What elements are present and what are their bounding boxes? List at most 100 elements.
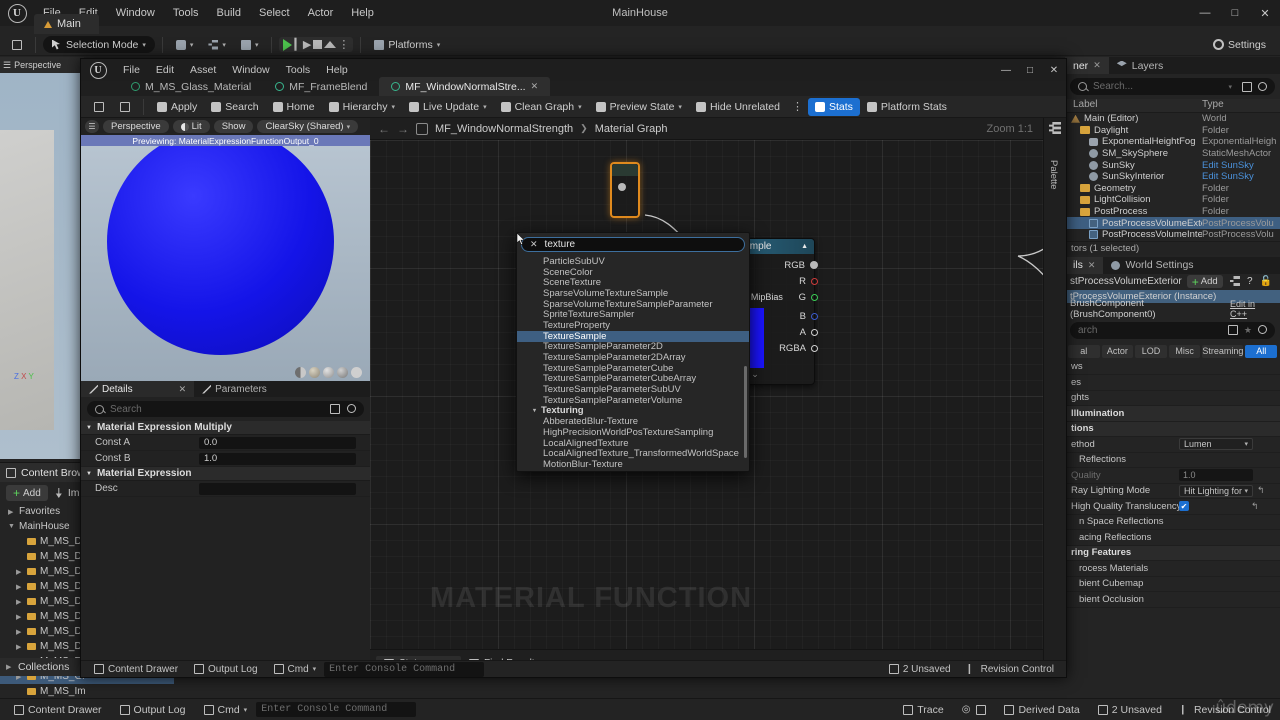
me-tab-0[interactable]: M_MS_Glass_Material: [119, 77, 263, 96]
me-unsaved-button[interactable]: 2 Unsaved: [881, 661, 959, 678]
node-search-item[interactable]: SparseVolumeTextureSampleParameter: [517, 299, 749, 310]
outliner-row[interactable]: SunSky Edit SunSky: [1065, 159, 1280, 171]
me-details-property-row[interactable]: Desc: [81, 481, 370, 497]
play-options-icon[interactable]: ⋮: [338, 38, 349, 51]
me-toolbar-preview-state-button[interactable]: Preview State ▾: [589, 98, 689, 116]
outliner-settings-icon[interactable]: [1258, 82, 1267, 91]
node-search-item[interactable]: MotionBlur-Texture: [517, 459, 749, 470]
me-content-drawer-button[interactable]: Content Drawer: [86, 661, 186, 678]
details-property-row[interactable]: Ray Lighting Mode Hit Lighting for Refle▾…: [1065, 484, 1280, 500]
node-search-item[interactable]: SpriteTextureSampler: [517, 309, 749, 320]
node-search-item[interactable]: HighPrecisionWorldPosTextureSampling: [517, 427, 749, 438]
hamburger-icon[interactable]: ☰: [85, 120, 99, 133]
revert-icon[interactable]: ↰: [1257, 485, 1265, 496]
property-number-field[interactable]: 1.0: [1179, 469, 1253, 482]
details-property-row[interactable]: Illumination: [1065, 406, 1280, 422]
selection-mode-button[interactable]: Selection Mode ▾: [43, 36, 155, 53]
close-icon-tab[interactable]: ✕: [531, 81, 539, 92]
details-property-row[interactable]: bient Cubemap: [1065, 577, 1280, 593]
screenshot-icon[interactable]: [976, 704, 987, 715]
me-minimize-button[interactable]: —: [994, 59, 1018, 81]
shape-plane-icon[interactable]: [323, 367, 334, 378]
node-pin-row-5[interactable]: A: [800, 324, 818, 340]
me-close-button[interactable]: ✕: [1042, 59, 1066, 81]
breadcrumb-current[interactable]: Material Graph: [595, 123, 668, 135]
node-search-input[interactable]: ✕ texture: [521, 237, 745, 252]
outliner-row[interactable]: PostProcess Folder: [1065, 206, 1280, 218]
close-icon-details-tab[interactable]: ✕: [179, 384, 187, 395]
me-details-section-header[interactable]: ▼ Material Expression: [81, 467, 370, 481]
me-details-search-input[interactable]: Search: [87, 401, 364, 417]
outliner-row-type[interactable]: Edit SunSky: [1202, 160, 1280, 171]
derived-data-button[interactable]: Derived Data: [995, 699, 1088, 720]
trace-button[interactable]: Trace: [894, 699, 952, 720]
edit-in-cpp-link[interactable]: Edit in C++: [1230, 299, 1280, 319]
node-pin-row-4[interactable]: B: [800, 308, 818, 324]
me-browse-button[interactable]: [113, 98, 137, 116]
me-maximize-button[interactable]: □: [1018, 59, 1042, 81]
settings-button[interactable]: Settings: [1207, 36, 1272, 54]
me-toolbar-home-button[interactable]: Home: [266, 98, 322, 116]
outliner-row[interactable]: SunSkyInterior Edit SunSky: [1065, 171, 1280, 183]
import-button[interactable]: Im: [54, 484, 79, 502]
viewport-show-button[interactable]: Show: [213, 120, 254, 133]
me-toolbar-hierarchy-button[interactable]: Hierarchy ▾: [322, 98, 402, 116]
new-folder-icon[interactable]: [1242, 81, 1252, 92]
viewport-env-button[interactable]: ClearSky (Shared) ▾: [257, 120, 359, 133]
tab-details[interactable]: ils ✕: [1065, 256, 1104, 274]
level-viewport[interactable]: Z X Y: [0, 57, 84, 459]
property-combobox[interactable]: Hit Lighting for Refle▾: [1179, 484, 1253, 497]
outliner-row[interactable]: PostProcessVolumeInteriorPostProcessVolu: [1065, 229, 1280, 241]
me-property-input[interactable]: 1.0: [199, 452, 356, 465]
chevron-right-icon-item[interactable]: ▶: [16, 583, 23, 591]
me-details-property-row[interactable]: Const A 0.0: [81, 435, 370, 451]
me-property-input[interactable]: 0.0: [199, 436, 356, 449]
me-revision-control-button[interactable]: Revision Control: [959, 661, 1062, 678]
details-property-row[interactable]: acing Reflections: [1065, 530, 1280, 546]
me-details-property-row[interactable]: Const B 1.0: [81, 451, 370, 467]
me-toolbar-platform-stats-button[interactable]: Platform Stats: [860, 98, 954, 116]
me-toolbar-live-update-button[interactable]: Live Update ▾: [402, 98, 494, 116]
lock-icon[interactable]: 🔓: [1260, 276, 1272, 287]
graph-node-hidden[interactable]: [610, 162, 640, 218]
column-type[interactable]: Type: [1202, 99, 1280, 112]
forward-arrow-icon[interactable]: →: [397, 122, 409, 136]
me-details-settings-icon[interactable]: [347, 404, 356, 413]
me-toolbar-clean-graph-button[interactable]: Clean Graph ▾: [494, 98, 589, 116]
collapse-icon[interactable]: ▲: [801, 243, 808, 250]
outliner-row[interactable]: Main (Editor) World: [1065, 113, 1280, 125]
skip-icon[interactable]: ▎▶: [294, 38, 311, 51]
node-search-item[interactable]: LocalAlignedTexture_TransformedWorldSpac…: [517, 448, 749, 459]
grid-view-icon-me[interactable]: [330, 404, 340, 414]
palette-strip[interactable]: Palette: [1043, 118, 1066, 677]
viewport-lit-button[interactable]: Lit: [172, 120, 210, 133]
details-filter-actor[interactable]: Actor: [1101, 344, 1134, 358]
add-content-button[interactable]: + Add: [6, 485, 48, 501]
property-combobox[interactable]: Lumen ▾: [1179, 438, 1253, 451]
shape-sphere-icon[interactable]: [309, 367, 320, 378]
me-toolbar-apply-button[interactable]: Apply: [150, 98, 204, 116]
content-drawer-button[interactable]: Content Drawer: [5, 699, 111, 720]
me-toolbar-stats-button[interactable]: Stats: [807, 97, 860, 116]
me-toolbar-search-button[interactable]: Search: [204, 98, 265, 116]
node-search-scrollbar[interactable]: [744, 366, 747, 458]
details-search-input[interactable]: arch ★: [1070, 321, 1275, 339]
output-log-button[interactable]: Output Log: [111, 699, 195, 720]
cmd-button[interactable]: Cmd ▾: [195, 699, 257, 720]
me-details-tab-parameters[interactable]: Parameters: [194, 381, 275, 397]
node-search-item[interactable]: AbberatedBlur-Texture: [517, 416, 749, 427]
details-property-row[interactable]: ring Features: [1065, 545, 1280, 562]
node-search-item[interactable]: TextureSampleParameter2DArray: [517, 352, 749, 363]
column-label[interactable]: Label: [1065, 99, 1202, 112]
create-actor-button[interactable]: ▾: [170, 36, 200, 54]
tab-world-settings[interactable]: World Settings: [1103, 257, 1201, 274]
me-output-log-button[interactable]: Output Log: [186, 661, 265, 678]
chevron-right-icon-item[interactable]: ▶: [16, 643, 23, 651]
blueprints-button[interactable]: ▾: [202, 36, 232, 54]
toolbar-overflow-icon[interactable]: ⋮: [787, 100, 808, 113]
blueprint-edit-icon[interactable]: [1229, 276, 1240, 287]
me-details-tab-details[interactable]: Details ✕: [81, 381, 195, 397]
node-search-item[interactable]: TextureSampleParameterSubUV: [517, 384, 749, 395]
me-tab-1[interactable]: MF_FrameBlend: [263, 77, 379, 96]
play-icon[interactable]: [283, 38, 293, 51]
